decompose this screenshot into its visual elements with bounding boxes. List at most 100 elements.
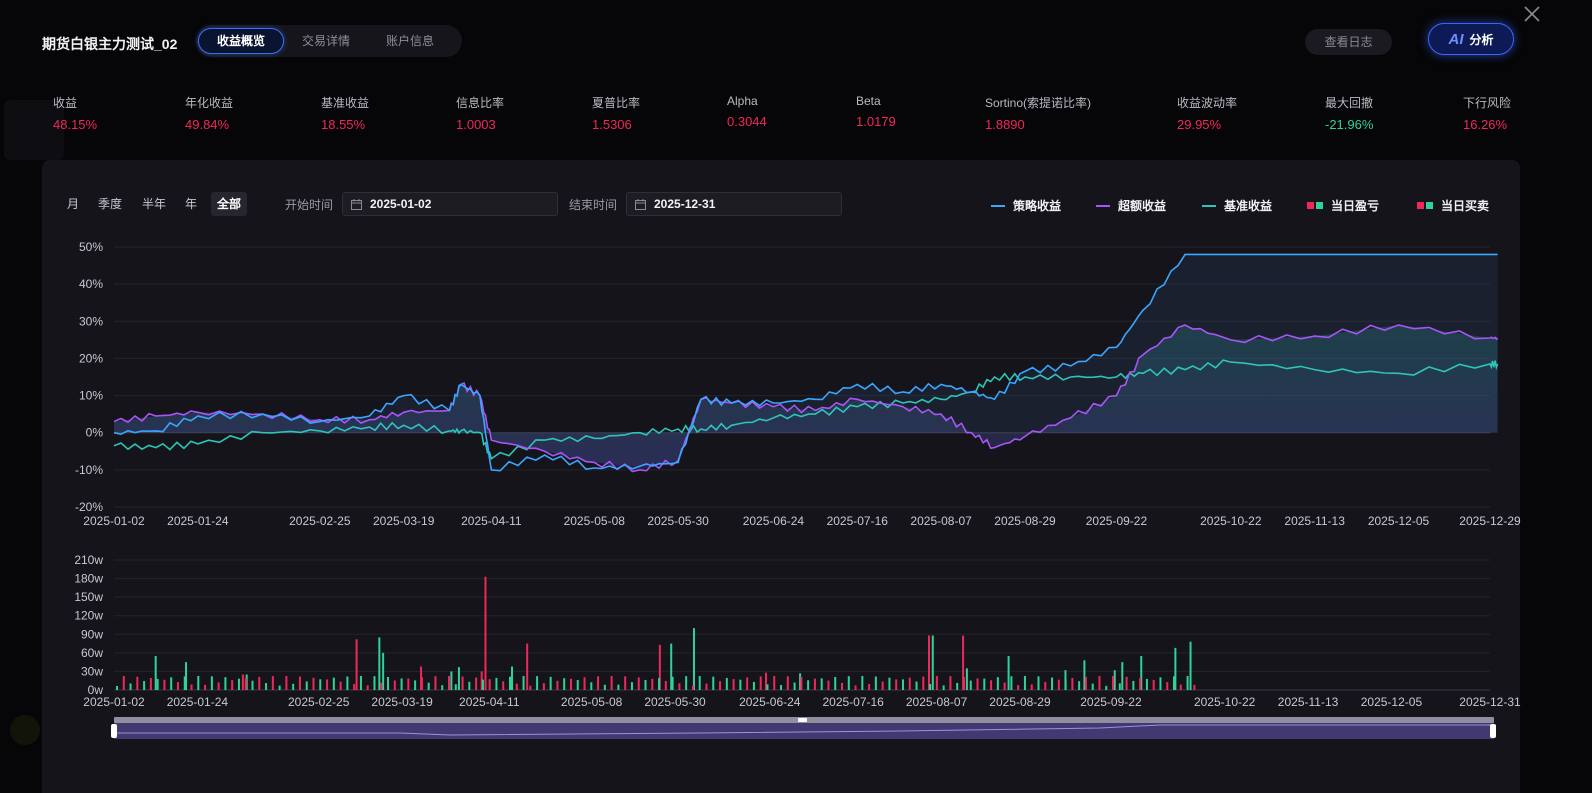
trade-bar [382,652,385,690]
trade-bar-small [156,679,159,690]
trade-bar-small [786,676,789,690]
trade-bar-small [508,676,511,690]
trade-bar [931,635,934,690]
trade-bar-small [502,681,505,690]
trade-bar-small [854,685,857,690]
trade-bar-small [1010,676,1013,690]
trade-bar-small [583,677,586,690]
trade-bar-small [1139,678,1142,690]
trade-bar-small [725,677,728,690]
trade-bar-small [746,677,749,690]
trade-bar-small [454,684,457,690]
trade-bar-small [183,676,186,690]
trade-bar-small [1091,683,1094,690]
trade-bar-small [407,678,410,690]
trade-bar-small [935,676,938,690]
y-tick-label: 20% [79,351,103,365]
trade-bar-small [312,677,315,690]
trade-bar-small [353,684,356,690]
x-tick-label: 2025-12-31 [1459,695,1521,709]
trade-bar-small [265,683,268,690]
trade-bar-small [475,677,478,690]
trade-bar-small [522,676,525,690]
trade-bar-small [549,676,552,690]
trade-bar-small [800,677,803,690]
modal-backdrop: 期货白银主力测试_02 收益概览 交易详情 账户信息 查看日志 AI 分析 收益… [0,0,1592,793]
trade-bar-small [1145,678,1148,690]
x-tick-label: 2025-01-24 [167,514,229,528]
zoom-handle-right[interactable] [1490,724,1496,738]
trade-bar-small [956,682,959,690]
trade-bar-small [868,683,871,690]
x-tick-label: 2025-12-05 [1368,514,1430,528]
trade-bar-small [116,686,118,690]
x-tick-label: 2025-09-22 [1080,695,1142,709]
trade-bar-small [1064,679,1067,690]
x-tick-label: 2025-06-24 [743,514,805,528]
trade-bar [1121,662,1124,690]
trade-bar-small [305,681,308,690]
trade-bar-small [637,677,640,690]
trade-bar-small [1186,676,1189,690]
x-tick-label: 2025-01-24 [167,695,229,709]
zoom-handle-left[interactable] [111,724,117,738]
trade-bar [511,666,514,690]
trade-bar [457,667,460,690]
x-tick-label: 2025-05-08 [564,514,626,528]
trade-bar-small [1118,683,1121,690]
trade-bar-small [1193,684,1196,690]
trade-bar-small [448,676,451,690]
y-tick-label: 0% [86,426,104,440]
trade-bar-small [929,683,932,690]
trade-bar-small [1132,680,1135,690]
trade-bar-small [881,681,884,690]
y-tick-label: 50% [79,240,103,254]
trade-bar-small [773,676,776,690]
trade-bar-small [569,678,572,690]
x-tick-label: 2025-04-11 [461,514,522,528]
trade-bar-small [624,676,627,690]
trade-bar-small [1125,676,1128,690]
trade-bar [1189,641,1192,690]
x-tick-label: 2025-03-19 [373,514,435,528]
trade-bar-small [210,676,213,690]
trade-bar-small [658,678,661,690]
trade-bar-small [813,678,816,690]
trade-bar-small [983,678,986,690]
trade-bar-small [1023,676,1026,690]
trade-bar-small [495,677,498,690]
trade-bar-small [915,681,918,690]
trade-bar-small [698,676,701,690]
trade-bar-small [427,682,430,690]
x-tick-label: 2025-03-19 [371,695,433,709]
x-tick-label: 2025-05-30 [647,514,709,528]
trade-bar-small [1112,676,1115,690]
x-tick-label: 2025-10-22 [1194,695,1256,709]
trade-bar-small [278,685,281,690]
x-tick-label: 2025-07-16 [827,514,889,528]
trade-bar-small [359,676,362,690]
trade-bar-small [1017,685,1020,690]
trade-bar-small [1057,679,1060,690]
trade-bar-small [908,677,911,690]
trade-bar-small [834,676,837,690]
trade-bar-small [962,676,965,690]
strategy-area [114,254,1498,467]
x-tick-label: 2025-08-07 [910,514,972,528]
trade-bar-small [759,676,762,690]
x-tick-label: 2025-04-11 [459,695,520,709]
y-tick-label: 40% [79,277,103,291]
trade-bar [1007,655,1010,690]
trade-bar-small [610,676,613,690]
trade-bar-small [942,685,945,690]
trade-bar [484,576,487,690]
trade-bar-small [949,676,952,690]
trade-bar [965,668,968,690]
trade-bar-small [685,676,688,690]
trade-bar-small [705,683,708,690]
trade-bar [927,635,930,690]
trade-bar-small [1051,677,1054,690]
trade-bar-small [217,682,220,690]
x-tick-label: 2025-08-29 [994,514,1056,528]
trade-bar-small [664,680,667,690]
